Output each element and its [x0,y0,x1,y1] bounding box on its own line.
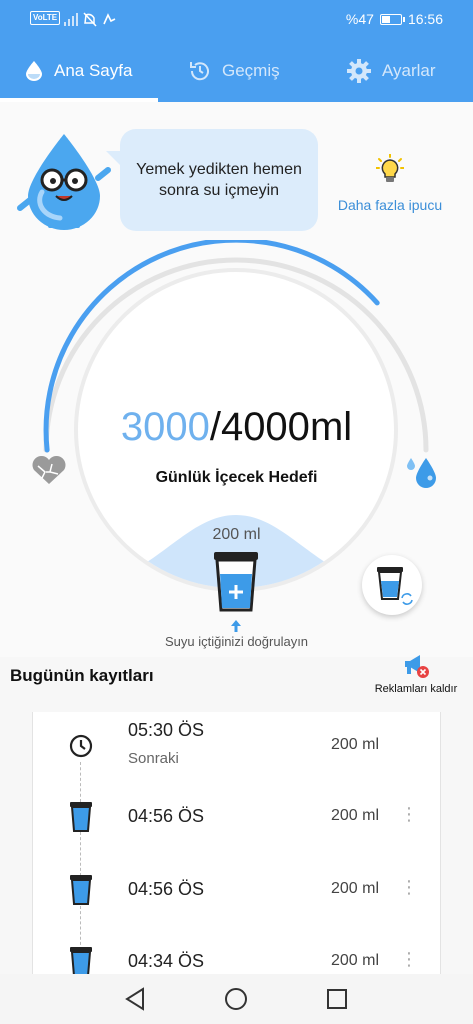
volte-indicator: VoLTE [30,11,61,25]
goal-display: 3000/4000ml [0,405,473,450]
tab-home[interactable]: Ana Sayfa [24,40,132,102]
back-icon[interactable] [121,984,151,1014]
cup-icon [70,802,92,832]
record-amount: 200 ml [330,807,379,824]
tab-history-label: Geçmiş [222,61,280,80]
list-item[interactable]: 05:30 ÖS Sonraki 200 ml [33,712,440,784]
megaphone-icon [405,655,429,678]
consumed-amount: 3000 [120,405,210,449]
status-icons [64,12,116,27]
record-time: 05:30 ÖS [128,720,205,740]
tip-text: Yemek yedikten hemen sonra su içmeyin [136,161,302,199]
more-tips-button[interactable]: Daha fazla ipucu [330,153,450,213]
more-options-icon[interactable]: ⋮ [400,950,418,968]
switch-cup-icon [377,567,414,606]
record-time: 04:34 ÖS [128,951,205,971]
water-drop-mascot [17,134,111,230]
home-icon[interactable] [221,984,251,1014]
cup-amount: 200 ml [212,526,261,543]
list-item[interactable]: 04:34 ÖS 200 ml ⋮ [33,928,440,974]
tab-settings[interactable]: Ayarlar [346,40,436,102]
history-icon [190,62,209,81]
cup-icon [70,875,92,905]
lightbulb-icon [375,153,405,182]
list-item[interactable]: 04:56 ÖS 200 ml ⋮ [33,856,440,928]
up-arrow-icon [231,620,241,632]
goal-unit: ml [309,405,353,449]
tab-history[interactable]: Geçmiş [188,40,280,102]
daily-goal-label: Günlük İçecek Hedefi [155,469,318,486]
remove-ads-label: Reklamları kaldır [374,683,458,695]
more-options-icon[interactable]: ⋮ [400,805,418,823]
record-subtitle: Sonraki [128,750,179,767]
switch-cup-button[interactable] [362,555,422,615]
battery-fill [381,15,390,23]
tab-home-label: Ana Sayfa [54,61,133,80]
records-list: 05:30 ÖS Sonraki 200 ml 04:56 ÖS 200 ml … [32,712,441,974]
record-amount: 200 ml [330,880,379,897]
battery-icon [379,13,405,25]
record-amount: 200 ml [330,952,379,969]
target-amount: /4000 [209,405,310,449]
record-amount: 200 ml [330,736,379,753]
cup-icon [70,947,92,974]
battery-percent: %47 [345,11,374,27]
clock-time: 16:56 [407,11,443,27]
clock-icon [69,734,93,758]
tab-settings-label: Ayarlar [382,61,436,80]
more-tips-label: Daha fazla ipucu [337,197,443,213]
tab-bar: Ana Sayfa Geçmiş Ayarlar [0,40,473,102]
confirm-drink-text[interactable]: Suyu içtiğinizi doğrulayın [0,634,473,649]
record-time: 04:56 ÖS [128,806,205,826]
system-nav-bar [0,974,473,1024]
status-right: %47 16:56 [346,11,443,27]
tip-bubble: Yemek yedikten hemen sonra su içmeyin [106,129,318,231]
water-drop-icon [26,61,42,81]
remove-ads-button[interactable]: Reklamları kaldır [366,652,466,695]
record-time: 04:56 ÖS [128,879,205,899]
add-cup-icon[interactable] [214,552,258,612]
list-item[interactable]: 04:56 ÖS 200 ml ⋮ [33,783,440,855]
status-bar: VoLTE %47 16:56 [0,0,473,40]
recents-icon[interactable] [322,984,352,1014]
more-options-icon[interactable]: ⋮ [400,878,418,896]
gear-icon [347,59,371,83]
todays-records-title: Bugünün kayıtları [10,666,154,685]
